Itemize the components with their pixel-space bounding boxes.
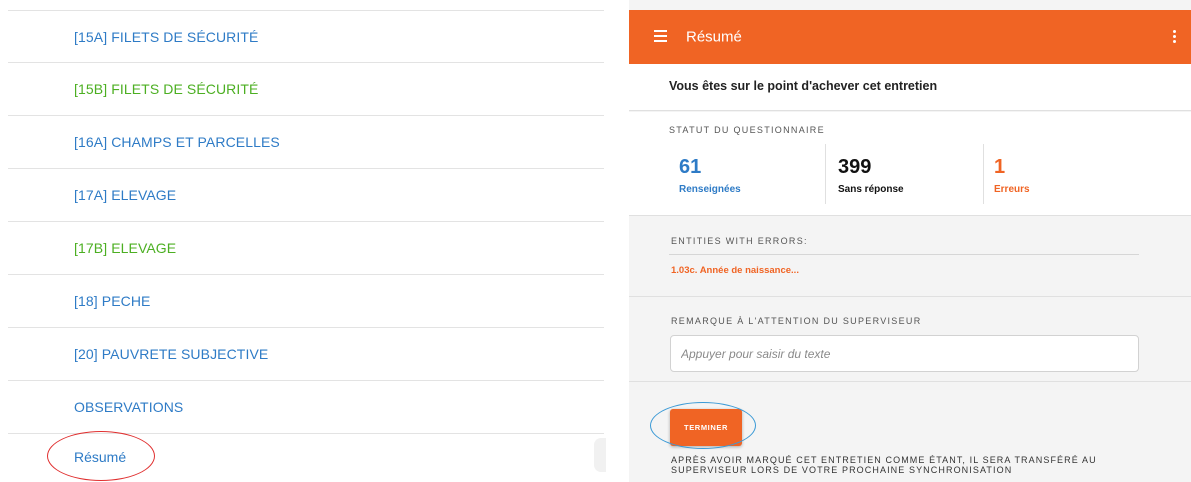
- summary-screen: Résumé Vous êtes sur le point d'achever …: [629, 0, 1191, 482]
- section-item-label: [18] PECHE: [74, 293, 151, 309]
- app-bar: Résumé: [629, 10, 1191, 64]
- section-name: CHAMPS ET PARCELLES: [111, 134, 280, 150]
- section-code: [15B]: [74, 81, 108, 97]
- section-item[interactable]: [15B] FILETS DE SÉCURITÉ: [8, 63, 604, 116]
- section-name: FILETS DE SÉCURITÉ: [111, 81, 259, 97]
- stat-errors[interactable]: 1 Erreurs: [983, 144, 1133, 204]
- section-item-label: [15B] FILETS DE SÉCURITÉ: [74, 81, 258, 97]
- highlight-annotation-ellipse: [650, 402, 756, 449]
- hamburger-menu-icon[interactable]: [654, 30, 667, 42]
- supervisor-comment-card: REMARQUE À L'ATTENTION DU SUPERVISEUR: [629, 298, 1191, 382]
- highlight-annotation-ellipse: [47, 431, 155, 481]
- stat-unanswered-count: 399: [838, 156, 872, 178]
- section-code: [15A]: [74, 29, 108, 45]
- section-item[interactable]: [18] PECHE: [8, 275, 604, 328]
- stat-errors-count: 1: [994, 156, 1006, 178]
- section-item-label: [17B] ELEVAGE: [74, 240, 176, 256]
- stat-filled[interactable]: 61 Renseignées: [679, 144, 825, 204]
- section-item[interactable]: [17A] ELEVAGE: [8, 169, 604, 222]
- section-name: ELEVAGE: [111, 240, 177, 256]
- section-code: [20]: [74, 346, 98, 362]
- section-item[interactable]: [16A] CHAMPS ET PARCELLES: [8, 116, 604, 169]
- intro-text: Vous êtes sur le point d'achever cet ent…: [669, 79, 938, 93]
- stat-unanswered-label: Sans réponse: [838, 184, 904, 195]
- section-item-label: [20] PAUVRETE SUBJECTIVE: [74, 346, 268, 362]
- errors-section-title: ENTITIES WITH ERRORS:: [671, 236, 808, 246]
- section-code: [17B]: [74, 240, 108, 256]
- intro-card: Vous êtes sur le point d'achever cet ent…: [629, 64, 1191, 111]
- section-item-label: [17A] ELEVAGE: [74, 187, 176, 203]
- divider: [669, 254, 1139, 255]
- comment-section-title: REMARQUE À L'ATTENTION DU SUPERVISEUR: [671, 316, 922, 326]
- section-item-label: [15A] FILETS DE SÉCURITÉ: [74, 29, 258, 45]
- status-section-title: STATUT DU QUESTIONNAIRE: [669, 125, 825, 135]
- error-entity-link[interactable]: 1.03c. Année de naissance...: [671, 265, 799, 276]
- section-code: [18]: [74, 293, 98, 309]
- section-name: FILETS DE SÉCURITÉ: [111, 29, 259, 45]
- questionnaire-status-card: STATUT DU QUESTIONNAIRE 61 Renseignées 3…: [629, 112, 1191, 216]
- section-list-panel: [15A] FILETS DE SÉCURITÉ [15B] FILETS DE …: [0, 0, 606, 482]
- section-name: PECHE: [101, 293, 151, 309]
- section-item[interactable]: [20] PAUVRETE SUBJECTIVE: [8, 328, 604, 381]
- section-code: [16A]: [74, 134, 108, 150]
- section-name: ELEVAGE: [111, 187, 177, 203]
- stat-unanswered[interactable]: 399 Sans réponse: [825, 144, 983, 204]
- more-vertical-icon[interactable]: [1172, 30, 1176, 44]
- supervisor-comment-input[interactable]: [670, 335, 1139, 372]
- section-item[interactable]: [15A] FILETS DE SÉCURITÉ: [8, 10, 604, 63]
- section-name: PAUVRETE SUBJECTIVE: [101, 346, 269, 362]
- finish-note: APRÈS AVOIR MARQUÉ CET ENTRETIEN COMME É…: [671, 455, 1097, 475]
- section-item-label: OBSERVATIONS: [74, 399, 183, 415]
- stat-filled-count: 61: [679, 156, 702, 178]
- stat-filled-label: Renseignées: [679, 184, 741, 195]
- entities-with-errors-card: ENTITIES WITH ERRORS: 1.03c. Année de na…: [629, 217, 1191, 297]
- page-title: Résumé: [686, 28, 742, 46]
- scroll-handle[interactable]: [594, 438, 606, 472]
- section-item[interactable]: OBSERVATIONS: [8, 381, 604, 434]
- stat-errors-label: Erreurs: [994, 184, 1030, 195]
- section-item[interactable]: [17B] ELEVAGE: [8, 222, 604, 275]
- section-code: [17A]: [74, 187, 108, 203]
- section-item-label: [16A] CHAMPS ET PARCELLES: [74, 134, 280, 150]
- section-name: OBSERVATIONS: [74, 399, 184, 415]
- finish-card: TERMINER APRÈS AVOIR MARQUÉ CET ENTRETIE…: [629, 383, 1191, 482]
